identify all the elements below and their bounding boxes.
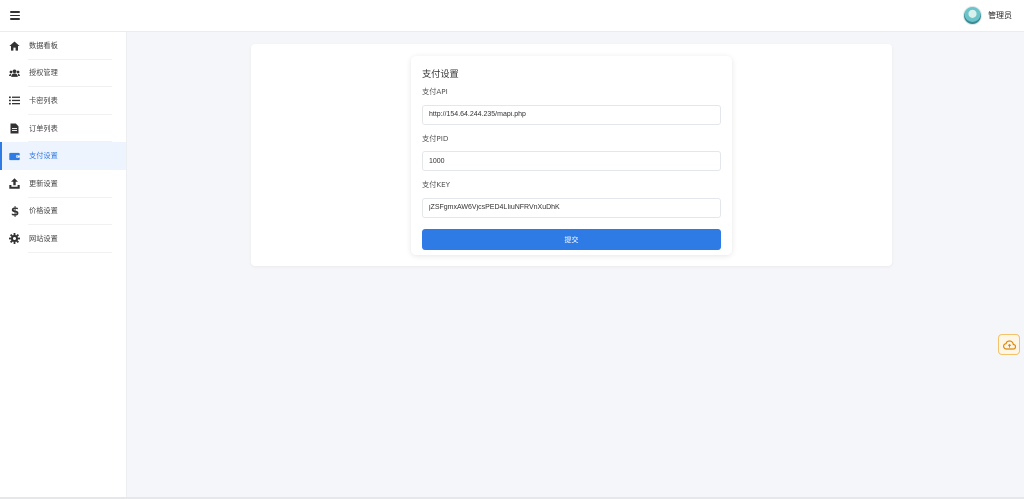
sidebar-item-label: 网站设置 (29, 233, 58, 243)
list-icon (9, 95, 20, 106)
sidebar-item-price-settings[interactable]: $ 价格设置 (0, 198, 126, 226)
cloud-float-button[interactable] (998, 334, 1020, 355)
dollar-icon: $ (9, 205, 20, 217)
key-input[interactable] (422, 197, 721, 218)
top-bar: 管理员 (0, 0, 1024, 32)
home-icon (9, 40, 20, 51)
avatar[interactable] (963, 6, 982, 25)
pid-input[interactable] (422, 151, 721, 171)
sidebar-item-authorization[interactable]: 授权管理 (0, 60, 126, 88)
sidebar-item-label: 更新设置 (29, 178, 58, 188)
payment-settings-form: 支付设置 支付API 支付PID 支付KEY 提交 (411, 56, 732, 255)
user-menu[interactable]: 管理员 (963, 6, 1012, 25)
sidebar-item-dashboard[interactable]: 数据看板 (0, 32, 126, 60)
sidebar-item-label: 数据看板 (29, 40, 58, 50)
submit-button[interactable]: 提交 (422, 229, 721, 250)
wallet-icon (9, 151, 20, 162)
key-label: 支付KEY (422, 180, 451, 189)
cloud-icon (1002, 335, 1016, 354)
sidebar-item-label: 订单列表 (29, 123, 58, 133)
sidebar-item-label: 授权管理 (29, 68, 58, 78)
api-input[interactable] (422, 104, 721, 125)
sidebar-item-label: 价格设置 (29, 206, 58, 216)
form-title: 支付设置 (422, 69, 459, 80)
menu-toggle-icon[interactable] (10, 11, 20, 20)
sidebar-item-label: 支付设置 (29, 151, 58, 161)
sidebar-item-payment-settings[interactable]: 支付设置 (0, 142, 126, 170)
users-icon (9, 68, 20, 79)
document-icon (9, 123, 20, 134)
sidebar-item-site-settings[interactable]: 网站设置 (0, 225, 126, 253)
svg-text:$: $ (11, 205, 19, 217)
upload-icon (9, 178, 20, 189)
api-label: 支付API (422, 87, 448, 96)
sidebar-item-order-list[interactable]: 订单列表 (0, 115, 126, 143)
sidebar-item-label: 卡密列表 (29, 95, 58, 105)
gear-icon (9, 233, 20, 245)
sidebar: 数据看板 授权管理 卡密列表 订单列表 支付设置 更新设置 $ 价格设置 网站设… (0, 32, 127, 499)
pid-label: 支付PID (422, 133, 449, 143)
user-name[interactable]: 管理员 (988, 10, 1012, 21)
sidebar-item-card-list[interactable]: 卡密列表 (0, 87, 126, 115)
sidebar-item-update-settings[interactable]: 更新设置 (0, 170, 126, 198)
